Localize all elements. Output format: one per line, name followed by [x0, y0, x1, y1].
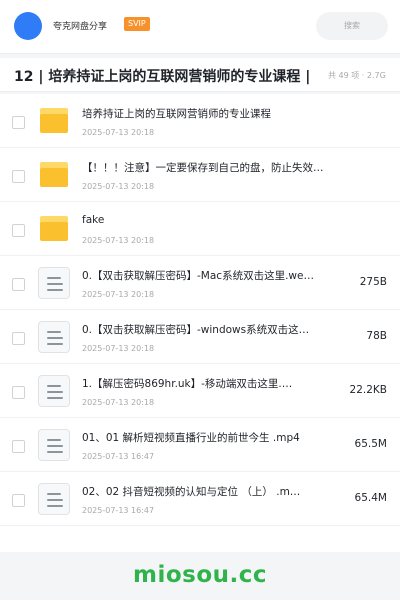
item-name: 【！！！注意】一定要保存到自己的盘，防止失效！！！ — [82, 162, 327, 174]
folder-meta: 共 49 项 · 2.7G — [328, 71, 386, 80]
item-name: 培养持证上岗的互联网营销师的专业课程 — [82, 108, 271, 120]
item-date: 2025-07-13 20:18 — [82, 182, 155, 191]
document-icon — [38, 267, 70, 299]
document-icon — [38, 321, 70, 353]
select-checkbox[interactable] — [12, 278, 25, 291]
folder-icon — [40, 216, 68, 241]
item-name: 02、02 抖音短视频的认知与定位 （上） .m… — [82, 486, 301, 498]
document-icon — [38, 429, 70, 461]
list-item[interactable]: 01、01 解析短视频直播行业的前世今生 .mp4 2025-07-13 16:… — [0, 418, 400, 472]
item-date: 2025-07-13 20:18 — [82, 290, 155, 299]
folder-icon — [40, 162, 68, 187]
item-size: 22.2KB — [349, 384, 387, 396]
item-name: fake — [82, 214, 105, 226]
item-date: 2025-07-13 16:47 — [82, 452, 155, 461]
select-checkbox[interactable] — [12, 170, 25, 183]
item-date: 2025-07-13 20:18 — [82, 128, 155, 137]
document-icon — [38, 375, 70, 407]
item-size: 65.4M — [354, 492, 387, 504]
select-checkbox[interactable] — [12, 494, 25, 507]
item-size: 275B — [359, 276, 387, 288]
item-size: 65.5M — [354, 438, 387, 450]
folder-title-bar: 12 | 培养持证上岗的互联网营销师的专业课程 | 共 49 项 · 2.7G — [0, 58, 400, 92]
list-item[interactable]: 0.【双击获取解压密码】-Mac系统双击这里.we… 2025-07-13 20… — [0, 256, 400, 310]
document-icon — [38, 483, 70, 515]
avatar[interactable] — [14, 12, 42, 40]
item-name: 1.【解压密码869hr.uk】-移动端双击这里.… — [82, 378, 293, 390]
item-date: 2025-07-13 20:18 — [82, 344, 155, 353]
folder-icon — [40, 108, 68, 133]
item-name: 01、01 解析短视频直播行业的前世今生 .mp4 — [82, 432, 300, 444]
app-name: 夸克网盘分享 — [53, 22, 108, 32]
select-checkbox[interactable] — [12, 386, 25, 399]
file-list: 培养持证上岗的互联网营销师的专业课程 2025-07-13 20:18 【！！！… — [0, 94, 400, 552]
select-checkbox[interactable] — [12, 440, 25, 453]
item-date: 2025-07-13 20:18 — [82, 398, 155, 407]
page-title: 12 | 培养持证上岗的互联网营销师的专业课程 | — [14, 69, 311, 85]
list-item[interactable]: 培养持证上岗的互联网营销师的专业课程 2025-07-13 20:18 — [0, 94, 400, 148]
select-checkbox[interactable] — [12, 224, 25, 237]
watermark: miosou.cc — [132, 562, 268, 588]
search-input[interactable]: 搜索 — [316, 12, 388, 40]
select-checkbox[interactable] — [12, 116, 25, 129]
item-name: 0.【双击获取解压密码】-Mac系统双击这里.we… — [82, 270, 314, 282]
list-item[interactable]: fake 2025-07-13 20:18 — [0, 202, 400, 256]
vip-badge: SVIP — [124, 17, 150, 31]
item-date: 2025-07-13 20:18 — [82, 236, 155, 245]
item-name: 0.【双击获取解压密码】-windows系统双击这… — [82, 324, 310, 336]
list-item[interactable]: 【！！！注意】一定要保存到自己的盘，防止失效！！！ 2025-07-13 20:… — [0, 148, 400, 202]
item-size: 78B — [366, 330, 387, 342]
list-item[interactable]: 1.【解压密码869hr.uk】-移动端双击这里.… 2025-07-13 20… — [0, 364, 400, 418]
select-checkbox[interactable] — [12, 332, 25, 345]
list-item[interactable]: 0.【双击获取解压密码】-windows系统双击这… 2025-07-13 20… — [0, 310, 400, 364]
item-date: 2025-07-13 16:47 — [82, 506, 155, 515]
list-item[interactable]: 02、02 抖音短视频的认知与定位 （上） .m… 2025-07-13 16:… — [0, 472, 400, 526]
header: 夸克网盘分享 SVIP 搜索 — [0, 0, 400, 54]
